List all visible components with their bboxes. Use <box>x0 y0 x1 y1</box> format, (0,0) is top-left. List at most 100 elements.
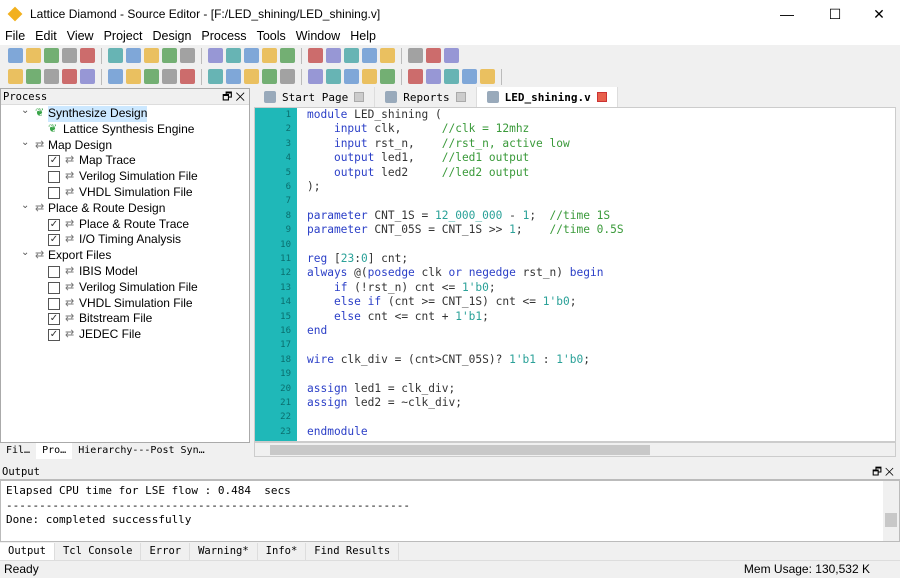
tree-item[interactable]: ⇄ Verilog Simulation File <box>1 280 249 296</box>
output-tab[interactable]: Find Results <box>306 543 400 560</box>
toolbar-button-icon[interactable] <box>80 69 95 84</box>
output-tab[interactable]: Info* <box>258 543 307 560</box>
toolbar-button-icon[interactable] <box>262 48 277 63</box>
toolbar-button-icon[interactable] <box>362 48 377 63</box>
toolbar-button-icon[interactable] <box>244 48 259 63</box>
tab-close-icon[interactable] <box>455 92 466 102</box>
vertical-scrollbar[interactable] <box>883 481 899 541</box>
toolbar-button-icon[interactable] <box>362 69 377 84</box>
toolbar-button-icon[interactable] <box>108 48 123 63</box>
editor-tab[interactable]: Start Page <box>254 87 376 107</box>
panel-controls[interactable]: 🗗 ✕ <box>222 89 245 105</box>
checkbox[interactable]: ✓ <box>48 218 60 231</box>
menu-help[interactable]: Help <box>345 28 381 45</box>
toolbar-button-icon[interactable] <box>326 48 341 63</box>
toolbar-button-icon[interactable] <box>180 69 195 84</box>
tree-item[interactable]: ✓ ⇄ JEDEC File <box>1 327 249 343</box>
checkbox[interactable]: ✓ <box>48 155 60 168</box>
toolbar-button-icon[interactable] <box>262 69 277 84</box>
checkbox[interactable] <box>48 281 60 294</box>
toolbar-button-icon[interactable] <box>426 48 441 63</box>
checkbox[interactable]: ✓ <box>48 313 60 326</box>
toolbar-button-icon[interactable] <box>408 48 423 63</box>
menu-process[interactable]: Process <box>196 28 251 45</box>
tree-item[interactable]: ⇄ IBIS Model <box>1 264 249 280</box>
toolbar-button-icon[interactable] <box>108 69 123 84</box>
tree-item[interactable]: ✓ ⇄ I/O Timing Analysis <box>1 232 249 248</box>
menu-file[interactable]: File <box>0 28 30 45</box>
toolbar-button-icon[interactable] <box>162 69 177 84</box>
toolbar-button-icon[interactable] <box>280 69 295 84</box>
toolbar-button-icon[interactable] <box>144 69 159 84</box>
toolbar-button-icon[interactable] <box>126 69 141 84</box>
toolbar-button-icon[interactable] <box>344 69 359 84</box>
toolbar-button-icon[interactable] <box>244 69 259 84</box>
toolbar-button-icon[interactable] <box>280 48 295 63</box>
menu-window[interactable]: Window <box>291 28 345 45</box>
toolbar-button-icon[interactable] <box>26 48 41 63</box>
menu-edit[interactable]: Edit <box>30 28 62 45</box>
chevron-down-icon[interactable]: ⌄ <box>21 135 29 151</box>
tree-item[interactable]: ⇄ VHDL Simulation File <box>1 185 249 201</box>
toolbar-button-icon[interactable] <box>62 48 77 63</box>
toolbar-button-icon[interactable] <box>308 48 323 63</box>
checkbox[interactable] <box>48 297 60 310</box>
output-tab[interactable]: Output <box>0 543 55 560</box>
toolbar-button-icon[interactable] <box>80 48 95 63</box>
toolbar-button-icon[interactable] <box>208 69 223 84</box>
tree-item[interactable]: ⌄ ⇄ Place & Route Design <box>1 200 249 217</box>
code-editor[interactable]: 1 module LED_shining (2 input clk, //clk … <box>254 107 896 442</box>
toolbar-button-icon[interactable] <box>8 48 23 63</box>
left-tab[interactable]: Hierarchy---Post Syn… <box>72 443 210 459</box>
toolbar-button-icon[interactable] <box>208 48 223 63</box>
scroll-thumb[interactable] <box>885 513 897 527</box>
output-tab[interactable]: Tcl Console <box>55 543 142 560</box>
toolbar-button-icon[interactable] <box>308 69 323 84</box>
toolbar-button-icon[interactable] <box>462 69 477 84</box>
toolbar-button-icon[interactable] <box>380 69 395 84</box>
tree-item[interactable]: ⇄ VHDL Simulation File <box>1 296 249 312</box>
menu-tools[interactable]: Tools <box>252 28 291 45</box>
tree-item[interactable]: ✓ ⇄ Place & Route Trace <box>1 217 249 233</box>
tree-item[interactable]: ⌄ ❦ Synthesize Design <box>1 103 249 122</box>
toolbar-button-icon[interactable] <box>144 48 159 63</box>
output-tab[interactable]: Warning* <box>190 543 258 560</box>
tree-item[interactable]: ⇄ Verilog Simulation File <box>1 169 249 185</box>
tree-item[interactable]: ❦ Lattice Synthesis Engine <box>1 122 249 138</box>
toolbar-button-icon[interactable] <box>226 48 241 63</box>
toolbar-button-icon[interactable] <box>444 48 459 63</box>
left-tab[interactable]: Pro… <box>36 443 73 459</box>
tab-close-icon[interactable] <box>596 92 607 102</box>
toolbar-button-icon[interactable] <box>26 69 41 84</box>
toolbar-button-icon[interactable] <box>126 48 141 63</box>
toolbar-button-icon[interactable] <box>8 69 23 84</box>
toolbar-button-icon[interactable] <box>226 69 241 84</box>
tree-item[interactable]: ✓ ⇄ Bitstream File <box>1 311 249 327</box>
output-controls[interactable]: 🗗 ✕ <box>872 464 894 480</box>
scroll-thumb[interactable] <box>270 445 650 455</box>
toolbar-button-icon[interactable] <box>180 48 195 63</box>
maximize-button[interactable]: ☐ <box>812 0 858 28</box>
tab-close-icon[interactable] <box>354 92 365 102</box>
toolbar-button-icon[interactable] <box>326 69 341 84</box>
close-button[interactable]: ✕ <box>856 0 900 28</box>
tree-item[interactable]: ⌄ ⇄ Map Design <box>1 135 249 154</box>
left-tab[interactable]: Fil… <box>0 443 36 459</box>
toolbar-button-icon[interactable] <box>44 69 59 84</box>
toolbar-button-icon[interactable] <box>408 69 423 84</box>
toolbar-button-icon[interactable] <box>480 69 495 84</box>
output-tab[interactable]: Error <box>141 543 191 560</box>
toolbar-button-icon[interactable] <box>426 69 441 84</box>
toolbar-button-icon[interactable] <box>444 69 459 84</box>
checkbox[interactable]: ✓ <box>48 234 60 247</box>
horizontal-scrollbar[interactable] <box>254 442 896 457</box>
menu-design[interactable]: Design <box>147 28 196 45</box>
toolbar-button-icon[interactable] <box>62 69 77 84</box>
editor-tab[interactable]: LED_shining.v <box>476 87 618 107</box>
tree-item[interactable]: ⌄ ⇄ Export Files <box>1 247 249 264</box>
chevron-down-icon[interactable]: ⌄ <box>21 103 29 119</box>
toolbar-button-icon[interactable] <box>344 48 359 63</box>
menu-project[interactable]: Project <box>99 28 148 45</box>
minimize-button[interactable]: — <box>764 0 810 28</box>
checkbox[interactable]: ✓ <box>48 329 60 342</box>
